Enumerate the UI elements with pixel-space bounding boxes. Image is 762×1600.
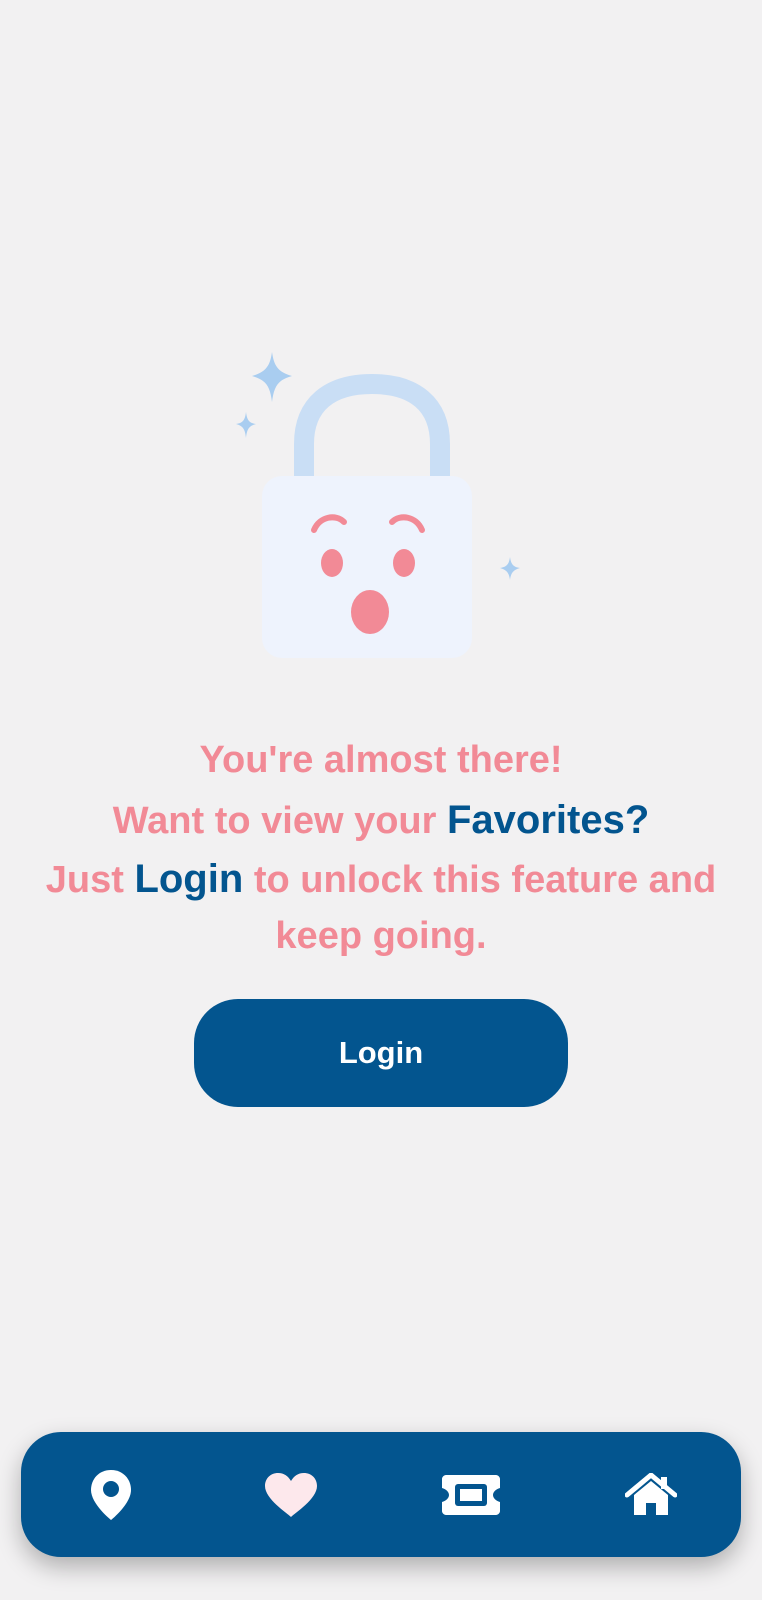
prompt-heading: You're almost there! (0, 730, 762, 790)
nav-item-tickets[interactable] (431, 1455, 511, 1535)
ticket-icon (442, 1474, 500, 1515)
prompt-favorites-line: Want to view your Favorites? (0, 790, 762, 851)
login-prefix-text: Just (45, 859, 135, 901)
heart-icon (265, 1472, 317, 1517)
nav-item-location[interactable] (71, 1455, 151, 1535)
nav-item-favorites[interactable] (251, 1455, 331, 1535)
login-prompt-message: You're almost there! Want to view your F… (0, 730, 762, 964)
favorites-accent-text: Favorites? (446, 798, 650, 842)
prompt-login-line: Just Login to unlock this feature and ke… (0, 851, 762, 964)
favorites-prefix-text: Want to view your (112, 800, 447, 842)
nav-item-home[interactable] (611, 1455, 691, 1535)
bottom-navigation-bar (21, 1432, 741, 1557)
login-accent-text: Login (134, 857, 244, 901)
prompt-heading-text: You're almost there! (199, 739, 563, 781)
login-suffix-text: to unlock this feature and keep going. (243, 859, 717, 957)
padlock-face-icon (236, 352, 520, 658)
locked-padlock-illustration (226, 352, 536, 672)
location-pin-icon (91, 1469, 131, 1520)
login-button[interactable]: Login (194, 999, 568, 1107)
home-icon (625, 1472, 677, 1515)
